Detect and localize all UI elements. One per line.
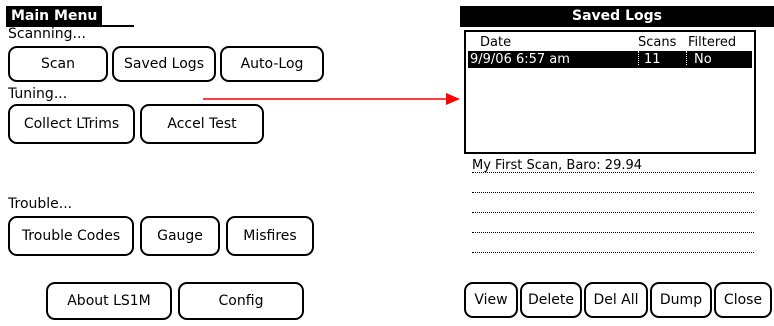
column-header-scans[interactable]: Scans [638, 35, 676, 50]
column-header-filtered[interactable]: Filtered [688, 35, 736, 50]
column-separator [686, 51, 687, 65]
saved-logs-screen: Saved Logs Date Scans Filtered 9/9/06 6:… [460, 6, 774, 326]
note-line [472, 212, 754, 213]
log-note-text[interactable]: My First Scan, Baro: 29.94 [472, 158, 642, 173]
column-header-date[interactable]: Date [480, 35, 511, 50]
saved-logs-title: Saved Logs [460, 6, 774, 27]
note-line [472, 252, 754, 253]
delete-button[interactable]: Delete [520, 282, 582, 318]
table-row[interactable]: 9/9/06 6:57 am 11 No [468, 51, 752, 68]
row-filtered: No [694, 52, 712, 67]
note-line [472, 192, 754, 193]
note-line [472, 172, 754, 173]
column-separator [638, 51, 639, 65]
view-button[interactable]: View [464, 282, 518, 318]
logs-table[interactable]: Date Scans Filtered 9/9/06 6:57 am 11 No [464, 30, 756, 154]
del-all-button[interactable]: Del All [584, 282, 648, 318]
dump-button[interactable]: Dump [650, 282, 712, 318]
arrow-head [446, 93, 460, 105]
row-scans: 11 [644, 52, 661, 67]
note-line [472, 232, 754, 233]
close-button[interactable]: Close [714, 282, 772, 318]
row-date: 9/9/06 6:57 am [470, 52, 570, 67]
